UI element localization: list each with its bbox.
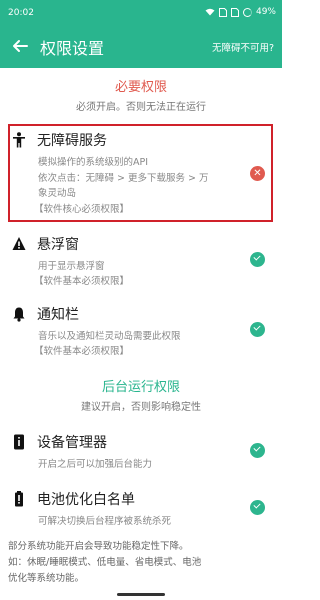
page-title: 权限设置: [40, 39, 105, 58]
status-time: 20:02: [8, 8, 34, 18]
permission-notification[interactable]: 通知栏 音乐以及通知栏灵动岛需要此权限 【软件基本必须权限】: [0, 304, 282, 358]
permission-steps: 依次点击：无障碍 > 更多下载服务 > 万: [38, 173, 209, 184]
permission-overlay[interactable]: 悬浮窗 用于显示悬浮窗 【软件基本必须权限】: [0, 234, 282, 288]
sim-icon: [218, 7, 227, 17]
footer-line: 如：休眠/睡眠模式、低电量、省电模式、电池: [8, 557, 202, 568]
permission-note: 【软件基本必须权限】: [34, 346, 130, 357]
person-icon: [13, 132, 25, 148]
battery-icon: [15, 491, 23, 507]
status-ok-icon: [250, 252, 265, 267]
permission-title: 悬浮窗: [37, 237, 79, 253]
status-ok-icon: [250, 443, 265, 458]
required-section-desc: 必须开启。否则无法正在运行: [76, 102, 206, 113]
permission-battery-whitelist[interactable]: 电池优化白名单 可解决切换后台程序被系统杀死: [0, 489, 282, 529]
permission-desc: 用于显示悬浮窗: [38, 261, 105, 272]
permission-desc: 模拟操作的系统级别的API: [38, 157, 149, 168]
device-admin-icon: [14, 434, 24, 450]
footer-line: 部分系统功能开启会导致功能稳定性下降。: [8, 541, 189, 552]
app-bar: 权限设置 无障碍不可用?: [0, 26, 282, 68]
arrow-left-icon: [13, 40, 28, 52]
permission-note: 【软件基本必须权限】: [34, 276, 130, 287]
sim-icon: [230, 7, 239, 17]
wifi-icon: [205, 8, 215, 16]
permission-title: 无障碍服务: [37, 133, 107, 149]
permission-desc: 音乐以及通知栏灵动岛需要此权限: [38, 331, 181, 342]
permission-title: 设备管理器: [37, 435, 107, 451]
warning-icon: [12, 237, 26, 250]
status-bar: 20:02 49%: [0, 0, 282, 26]
battery-percent: 49%: [255, 7, 276, 17]
footer-line: 优化等系统功能。: [8, 573, 85, 584]
permission-note: 【软件核心必须权限】: [34, 204, 130, 215]
background-section-desc: 建议开启，否则影响稳定性: [81, 402, 201, 413]
permission-accessibility[interactable]: 无障碍服务 模拟操作的系统级别的API 依次点击：无障碍 > 更多下载服务 > …: [0, 130, 282, 218]
permission-title: 通知栏: [37, 307, 79, 323]
battery-icon: [242, 7, 252, 17]
status-icons: 49%: [205, 7, 276, 17]
required-section-title: 必要权限: [114, 80, 167, 95]
permission-desc: 可解决切换后台程序被系统杀死: [38, 516, 172, 527]
status-error-icon: ✕: [250, 166, 265, 181]
status-ok-icon: [250, 322, 265, 337]
footer-note: 部分系统功能开启会导致功能稳定性下降。 如：休眠/睡眠模式、低电量、省电模式、电…: [8, 539, 276, 587]
permission-title: 电池优化白名单: [37, 492, 135, 508]
permission-steps-cont: 象灵动岛: [38, 188, 77, 199]
back-button[interactable]: [12, 34, 34, 58]
status-ok-icon: [250, 500, 265, 515]
permission-device-admin[interactable]: 设备管理器 开启之后可以加强后台能力: [0, 432, 282, 472]
bell-icon: [13, 307, 25, 322]
home-indicator[interactable]: [117, 593, 165, 596]
accessibility-help-link[interactable]: 无障碍不可用?: [212, 40, 274, 54]
background-section-title: 后台运行权限: [101, 380, 180, 395]
permission-desc: 开启之后可以加强后台能力: [38, 459, 153, 470]
